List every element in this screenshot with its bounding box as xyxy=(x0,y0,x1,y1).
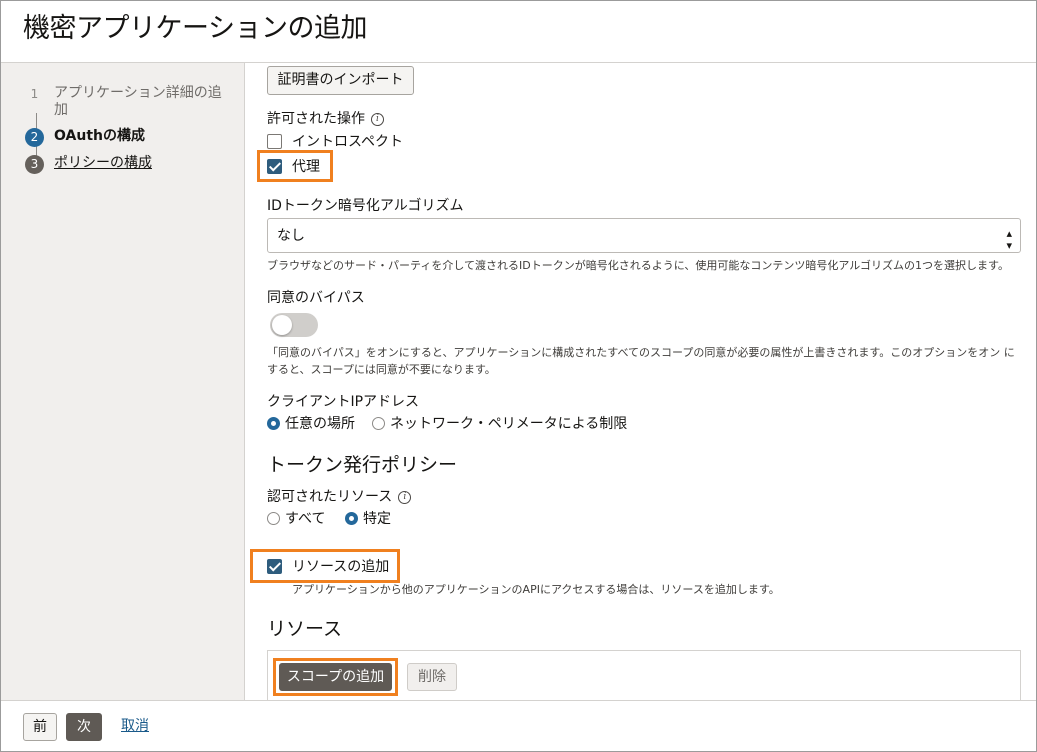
page-header: 機密アプリケーションの追加 xyxy=(1,1,1036,63)
step-3-number: 3 xyxy=(25,155,44,174)
introspect-label: イントロスペクト xyxy=(292,134,404,150)
proxy-label: 代理 xyxy=(292,159,320,175)
consent-bypass-help-line1: 「同意のバイパス」をオンにすると、アプリケーションに構成されたすべてのスコープの… xyxy=(267,346,1015,359)
resources-all-radio[interactable] xyxy=(267,512,280,525)
allowed-operations-text: 許可された操作 xyxy=(267,111,365,127)
wizard-sidebar: 1 アプリケーション詳細の追加 2 OAuthの構成 3 ポリシーの構成 xyxy=(1,63,245,700)
consent-bypass-label: 同意のバイパス xyxy=(267,290,365,306)
id-token-algorithm-select[interactable]: なし ▴ ▾ xyxy=(267,218,1021,253)
step-1-label: アプリケーション詳細の追加 xyxy=(54,85,222,118)
add-scope-button[interactable]: スコープの追加 xyxy=(279,663,392,691)
info-icon[interactable]: i xyxy=(398,490,412,504)
import-certificate-button[interactable]: 証明書のインポート xyxy=(267,66,414,95)
authorized-resources-label: 認可されたリソース i xyxy=(267,488,412,506)
step-3[interactable]: 3 ポリシーの構成 xyxy=(25,155,152,174)
add-resources-label: リソースの追加 xyxy=(292,559,390,575)
resources-all-label: すべて xyxy=(285,511,326,527)
page-title: 機密アプリケーションの追加 xyxy=(23,13,367,44)
client-ip-perimeter-label: ネットワーク・ペリメータによる制限 xyxy=(390,416,628,432)
client-ip-perimeter-radio[interactable] xyxy=(372,417,385,430)
step-1[interactable]: 1 アプリケーション詳細の追加 xyxy=(25,85,229,119)
token-issuance-policy-heading: トークン発行ポリシー xyxy=(267,454,458,476)
step-2-number: 2 xyxy=(25,128,44,147)
proxy-checkbox[interactable] xyxy=(267,159,282,174)
main-content: 証明書のインポート 許可された操作 i イントロスペクト 代理 IDトークン暗号化… xyxy=(246,63,1036,700)
next-button[interactable]: 次 xyxy=(66,713,102,741)
resources-specific-label: 特定 xyxy=(363,511,391,527)
delete-button[interactable]: 削除 xyxy=(407,663,457,691)
step-3-label[interactable]: ポリシーの構成 xyxy=(54,155,152,172)
step-1-number: 1 xyxy=(30,87,39,101)
step-2-label: OAuthの構成 xyxy=(54,128,145,144)
add-resources-help: アプリケーションから他のアプリケーションのAPIにアクセスする場合は、リソースを… xyxy=(292,583,780,596)
previous-button[interactable]: 前 xyxy=(23,713,57,741)
resources-heading: リソース xyxy=(267,618,343,640)
client-ip-any-radio[interactable] xyxy=(267,417,280,430)
consent-bypass-help-line2: すると、スコープには同意が不要になります。 xyxy=(267,363,496,376)
step-2[interactable]: 2 OAuthの構成 xyxy=(25,128,145,147)
client-ip-any-label: 任意の場所 xyxy=(285,416,355,432)
introspect-checkbox[interactable] xyxy=(267,134,282,149)
allowed-operations-label: 許可された操作 i xyxy=(267,110,384,128)
id-token-algorithm-help: ブラウザなどのサード・パーティを介して渡されるIDトークンが暗号化されるように、… xyxy=(267,259,1009,272)
chevron-updown-icon: ▴ ▾ xyxy=(1006,227,1012,252)
id-token-algorithm-value: なし xyxy=(277,228,305,244)
client-ip-label: クライアントIPアドレス xyxy=(267,394,420,410)
cancel-link[interactable]: 取消 xyxy=(119,713,151,741)
authorized-resources-text: 認可されたリソース xyxy=(267,489,393,505)
add-resources-checkbox[interactable] xyxy=(267,559,282,574)
resources-specific-radio[interactable] xyxy=(345,512,358,525)
consent-bypass-toggle[interactable] xyxy=(270,313,318,337)
id-token-algorithm-label: IDトークン暗号化アルゴリズム xyxy=(267,198,464,214)
wizard-footer: 前 次 取消 xyxy=(1,700,1036,751)
info-icon[interactable]: i xyxy=(371,112,384,126)
